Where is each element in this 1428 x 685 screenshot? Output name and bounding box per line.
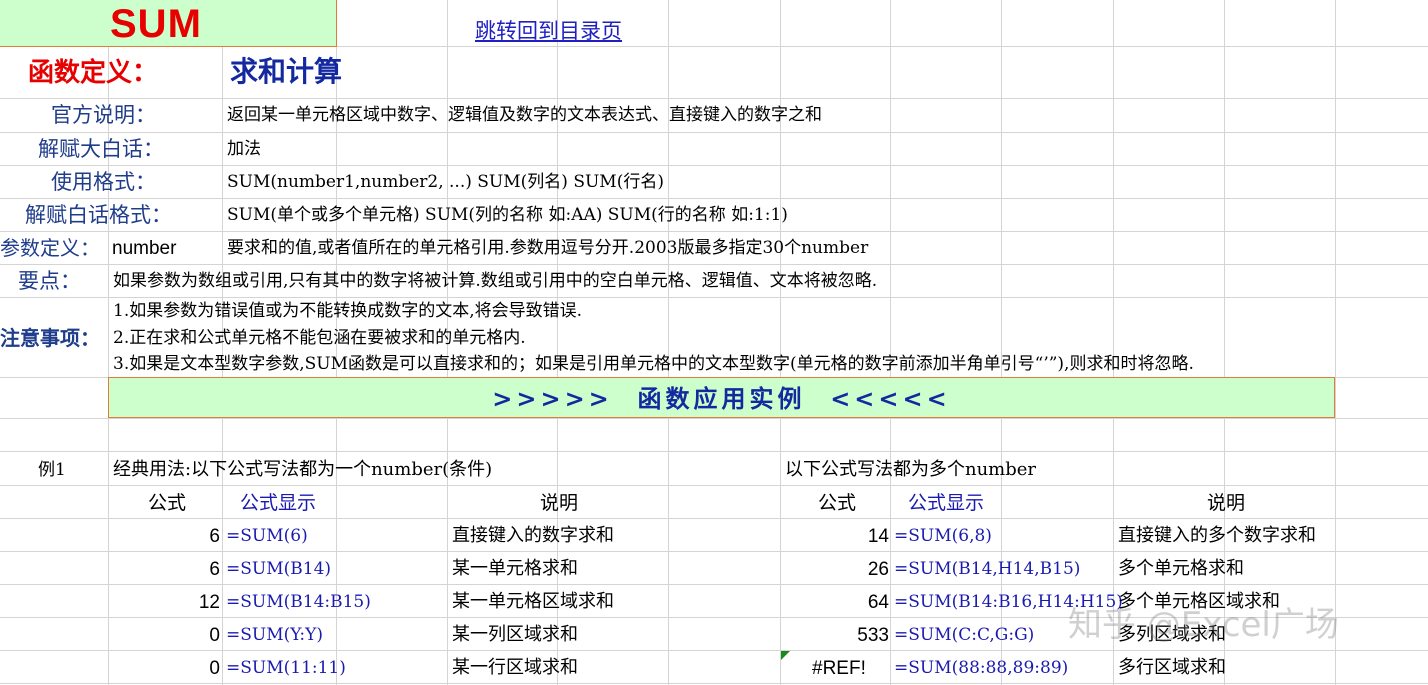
plain-format-label: 解赋白话格式：: [25, 203, 172, 227]
right-desc-cell[interactable]: 多行区域求和: [1118, 659, 1226, 677]
grid-row-line: [0, 485, 1428, 486]
left-result-cell[interactable]: 12: [199, 593, 220, 612]
left-header-formula: 公式显示: [240, 492, 317, 514]
left-desc-cell[interactable]: 某一列区域求和: [452, 626, 578, 644]
right-result-cell[interactable]: 14: [868, 527, 889, 546]
plain-desc-text: 加法: [227, 139, 261, 159]
plain-format-text: SUM(单个或多个单元格) SUM(列的名称 如:AA) SUM(行的名称 如:…: [227, 205, 788, 225]
grid-row-line: [0, 551, 1428, 552]
left-desc-cell[interactable]: 某一单元格求和: [452, 560, 578, 578]
watermark: 知乎 @Excel广场: [1068, 605, 1339, 645]
param-name: number: [112, 238, 177, 259]
banner-text: >>>>> 函数应用实例 <<<<<: [492, 384, 951, 413]
definition-value: 求和计算: [230, 55, 343, 88]
plain-desc-label: 解赋大白话：: [38, 137, 164, 161]
grid-column-line: [780, 0, 781, 685]
param-def-text: 要求和的值,或者值所在的单元格引用.参数用逗号分开.2003版最多指定30个nu…: [227, 238, 869, 258]
right-example-title: 以下公式写法都为多个number: [785, 459, 1037, 480]
note-line-2: 2.正在求和公式单元格不能包涵在要被求和的单元格内.: [113, 328, 526, 348]
right-header-desc: 说明: [1207, 492, 1246, 514]
right-formula-cell[interactable]: =SUM(88:88,89:89): [894, 660, 1068, 677]
left-formula-cell[interactable]: =SUM(B14:B15): [226, 594, 371, 611]
keypoint-text: 如果参数为数组或引用,只有其中的数字将被计算.数组或引用中的空白单元格、逻辑值、…: [113, 271, 878, 291]
right-result-cell[interactable]: 64: [868, 593, 889, 612]
right-desc-cell[interactable]: 多个单元格求和: [1118, 560, 1244, 578]
param-def-label: 参数定义：: [0, 236, 100, 260]
error-indicator-icon[interactable]: [781, 651, 790, 660]
left-header-desc: 说明: [540, 492, 579, 514]
definition-label: 函数定义：: [28, 58, 159, 88]
grid-row-line: [0, 165, 1428, 166]
grid-column-line: [668, 0, 669, 685]
grid-column-line: [1224, 0, 1225, 685]
grid-row-line: [0, 418, 1428, 419]
right-formula-cell[interactable]: =SUM(B14,H14,B15): [894, 561, 1080, 578]
left-result-cell[interactable]: 6: [209, 560, 220, 579]
grid-row-line: [0, 198, 1428, 199]
note-line-1: 1.如果参数为错误值或为不能转换成数字的文本,将会导致错误.: [113, 301, 583, 321]
grid-column-line: [1001, 0, 1002, 685]
keypoint-label: 要点：: [18, 269, 81, 293]
left-formula-cell[interactable]: =SUM(B14): [226, 561, 331, 578]
back-to-toc-link[interactable]: 跳转回到目录页: [475, 21, 622, 42]
left-desc-cell[interactable]: 某一行区域求和: [452, 659, 578, 677]
official-desc-label: 官方说明：: [51, 103, 156, 127]
left-desc-cell[interactable]: 某一单元格区域求和: [452, 593, 614, 611]
grid-row-line: [0, 650, 1428, 651]
right-desc-cell[interactable]: 直接键入的多个数字求和: [1118, 527, 1316, 545]
left-desc-cell[interactable]: 直接键入的数字求和: [452, 527, 614, 545]
example-label: 例1: [38, 460, 66, 480]
left-formula-cell[interactable]: =SUM(6): [226, 528, 308, 545]
left-result-cell[interactable]: 6: [209, 527, 220, 546]
grid-row-line: [0, 297, 1428, 298]
grid-row-line: [0, 231, 1428, 232]
notes-label: 注意事项：: [0, 326, 100, 350]
right-header-formula: 公式显示: [908, 492, 985, 514]
grid-column-line: [557, 0, 558, 685]
left-example-title: 经典用法:以下公式写法都为一个number(条件): [113, 459, 493, 480]
grid-row-line: [0, 264, 1428, 265]
right-result-cell[interactable]: 533: [857, 626, 889, 645]
right-header-result: 公式: [818, 492, 857, 514]
left-result-cell[interactable]: 0: [209, 626, 220, 645]
usage-format-label: 使用格式：: [51, 170, 156, 194]
grid-row-line: [0, 518, 1428, 519]
grid-column-line: [1335, 0, 1336, 685]
grid-row-line: [0, 451, 1428, 452]
right-result-cell[interactable]: #REF!: [812, 659, 866, 678]
grid-row-line: [0, 584, 1428, 585]
grid-column-line: [1113, 0, 1114, 685]
grid-row-line: [0, 683, 1428, 684]
grid-column-line: [890, 0, 891, 685]
left-formula-cell[interactable]: =SUM(Y:Y): [226, 627, 323, 644]
left-result-cell[interactable]: 0: [209, 659, 220, 678]
grid-row-line: [0, 132, 1428, 133]
left-header-result: 公式: [148, 492, 187, 514]
usage-format-text: SUM(number1,number2, ...) SUM(列名) SUM(行名…: [227, 172, 664, 192]
right-result-cell[interactable]: 26: [868, 560, 889, 579]
grid-row-line: [0, 98, 1428, 99]
official-desc-text: 返回某一单元格区域中数字、逻辑值及数字的文本表达式、直接键入的数字之和: [227, 105, 822, 125]
right-formula-cell[interactable]: =SUM(6,8): [894, 528, 992, 545]
right-formula-cell[interactable]: =SUM(C:C,G:G): [894, 627, 1034, 644]
note-line-3: 3.如果是文本型数字参数,SUM函数是可以直接求和的；如果是引用单元格中的文本型…: [113, 354, 1194, 374]
left-formula-cell[interactable]: =SUM(11:11): [226, 660, 346, 677]
function-title: SUM: [110, 2, 202, 46]
